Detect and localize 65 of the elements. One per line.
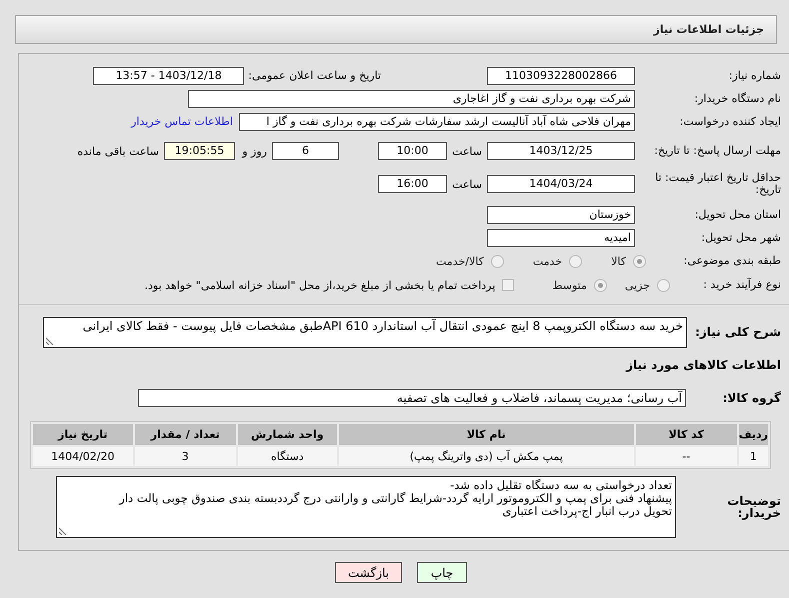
option-label: کالا/خدمت [436,254,484,268]
date-field: 1404/03/24 [487,175,635,193]
option-label: متوسط [552,278,587,292]
field-label: نوع فرآیند خرید : [702,279,782,291]
print-button[interactable]: چاپ [417,562,467,583]
radio-button[interactable] [490,254,504,268]
column-header: تعداد / مقدار [134,424,236,445]
payment-note: پرداخت تمام یا بخشی از مبلغ خرید،از محل "اسناد خزانه اسلامی" خواهد بود. [144,278,496,292]
remaining-time-field: 19:05:55 [164,142,235,160]
time-field: 16:00 [378,175,447,193]
column-header: نام کالا [338,424,634,445]
column-header: کد کالا [636,424,737,445]
time-field: 10:00 [378,142,447,160]
notes-box[interactable]: تعداد درخواستی به سه دستگاه تقلیل داده شد- پیشنهاد فنی برای پمپ و الکتروموتور ارایه گردد-شرایط گارانتی و وارانتی درج گرددبسته بندی صندوق چوبی پالت دار تحویل درب انبار اج-پرداخت اعتباری [56,476,676,538]
field-label: تاریخ و ساعت اعلان عمومی: [248,69,381,82]
requester-field: مهران فلاحی شاه آباد آنالیست ارشد سفارشات شرکت بهره برداری نفت و گاز ا [239,112,635,130]
field-label: نام دستگاه خریدار: [693,92,782,104]
table-cell: 3 [134,447,236,466]
field-label: حداقل تاریخ اعتبار قیمت: تا تاریخ: [654,172,782,196]
field-label: شماره نیاز: [728,70,782,82]
resize-grip-icon[interactable] [59,527,67,535]
buyer-name-field: شرکت بهره برداری نفت و گاز اغاجاری [188,90,635,108]
city-field: امیدیه [487,228,635,246]
field-label: گروه کالا: [722,392,782,404]
days-field: 6 [272,142,339,160]
column-header: تاریخ نیاز [32,424,133,445]
column-header: واحد شمارش [238,424,337,445]
field-label: ایجاد کننده درخواست: [678,116,782,128]
radio-button[interactable] [657,278,670,292]
days-label: روز و [240,144,267,158]
field-label: طبقه بندی موضوعی: [682,255,782,267]
field-label: توضیحات خریدار: [726,495,782,519]
table-cell: 1 [738,447,768,466]
field-label: مهلت ارسال پاسخ: تا تاریخ: [653,145,782,157]
radio-button[interactable] [633,254,646,268]
option-label: جزیی [624,278,650,292]
column-header: ردیف [738,424,768,445]
table-cell: دستگاه [238,447,337,466]
resize-grip-icon[interactable] [46,336,54,344]
announce-date-field: 1403/12/18 - 13:57 [93,66,244,84]
notes-text: تعداد درخواستی به سه دستگاه تقلیل داده شد- پیشنهاد فنی برای پمپ و الکتروموتور ارایه گردد-شرایط گارانتی و وارانتی درج گرددبسته بندی صندوق چوبی پالت دار تحویل درب انبار اج-پرداخت اعتباری [118,479,672,518]
option-label: کالا [611,254,626,268]
field-label: شهر محل تحویل: [700,232,782,244]
table-cell: 1404/02/20 [32,447,133,466]
goods-group-field: آب رسانی؛ مدیریت پسماند، فاضلاب و فعالیت های تصفیه [138,389,686,407]
radio-button[interactable] [594,278,607,292]
description-text: خرید سه دستگاه الکتروپمپ 8 اینچ عمودی انتقال آب استاندارد API 610طبق مشخصات فایل پیوست - فقط کالای ایرانی [82,318,683,332]
option-label: خدمت [532,254,562,268]
time-label: ساعت [451,178,482,190]
time-label: ساعت [451,144,482,158]
buyer-contact-link[interactable]: اطلاعات تماس خریدار [131,115,233,128]
field-label: شرح کلی نیاز: [694,326,782,338]
radio-button[interactable] [569,254,582,268]
table-cell: پمپ مکش آب (دی واترینگ پمپ) [338,447,634,466]
province-field: خوزستان [487,206,635,224]
need-number-field: 1103093228002866 [487,66,635,84]
field-label: استان محل تحویل: [694,208,782,220]
checkbox[interactable] [502,279,514,291]
back-button[interactable]: بازگشت [335,562,402,583]
page-title: جزئیات اطلاعات نیاز [654,23,764,36]
date-field: 1403/12/25 [487,142,635,160]
remaining-label: ساعت باقی مانده [77,144,159,158]
table-cell: -- [636,447,737,466]
description-box[interactable]: خرید سه دستگاه الکتروپمپ 8 اینچ عمودی انتقال آب استاندارد API 610طبق مشخصات فایل پیوست - فقط کالای ایرانی [43,316,687,348]
field-label: اطلاعات کالاهای مورد نیاز [624,359,782,371]
